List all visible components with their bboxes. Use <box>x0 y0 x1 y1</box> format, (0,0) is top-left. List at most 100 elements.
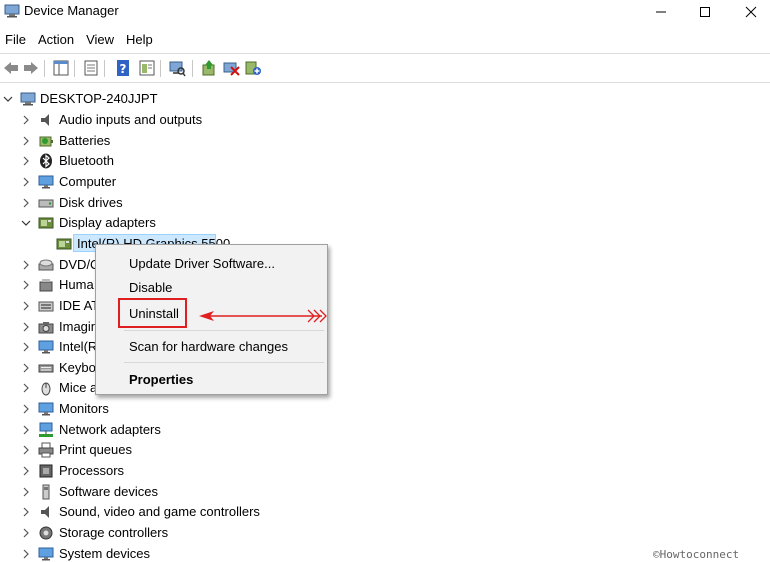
uninstall-highlight-box <box>118 298 187 328</box>
chevron-right-icon[interactable] <box>20 300 32 312</box>
chevron-right-icon[interactable] <box>20 382 32 394</box>
chevron-right-icon[interactable] <box>20 279 32 291</box>
toolbar-separator <box>160 60 161 77</box>
toolbar-separator <box>104 60 105 77</box>
menu-bar: File Action View Help <box>0 30 770 52</box>
tree-item-label: Disk drives <box>59 194 123 210</box>
menu-action[interactable]: Action <box>33 30 80 50</box>
tree-item-label: Huma <box>59 277 94 293</box>
title-bar: Device Manager <box>0 0 770 24</box>
tree-item-label: Audio inputs and outputs <box>59 112 203 127</box>
chevron-right-icon[interactable] <box>20 506 32 518</box>
tree-item-label: Processors <box>59 463 125 479</box>
menu-separator <box>124 362 324 363</box>
chevron-right-icon[interactable] <box>20 259 32 271</box>
toolbar-separator <box>44 60 45 77</box>
chevron-right-icon[interactable] <box>20 444 32 456</box>
chevron-right-icon[interactable] <box>20 403 32 415</box>
add-legacy-hardware-button[interactable] <box>244 59 262 77</box>
tree-item-label: IDE AT <box>59 297 100 313</box>
console-tree-button[interactable] <box>52 59 70 77</box>
keyboard-icon <box>38 364 54 373</box>
menu-separator <box>124 330 324 331</box>
tree-item-label: Display adapters <box>59 215 156 231</box>
maximize-button[interactable] <box>682 0 728 24</box>
menu-scan-hardware[interactable]: Scan for hardware changes <box>129 339 288 354</box>
chevron-right-icon[interactable] <box>20 155 32 167</box>
add-legacy-hardware-icon <box>245 61 261 75</box>
menu-help[interactable]: Help <box>121 30 159 50</box>
tree-item-label: Storage controllers <box>59 525 169 540</box>
storage-controller-icon <box>39 526 53 540</box>
network-icon <box>39 422 53 437</box>
forward-arrow-icon <box>24 62 38 74</box>
tree-item-label: Bluetooth <box>59 153 114 169</box>
svg-text:?: ? <box>120 62 127 76</box>
tree-item-label: Computer <box>59 173 117 189</box>
hid-icon <box>39 279 53 292</box>
bluetooth-icon <box>40 153 52 169</box>
properties-icon <box>84 60 98 76</box>
chevron-right-icon[interactable] <box>20 548 32 560</box>
menu-view[interactable]: View <box>81 30 120 50</box>
processor-icon <box>39 464 53 478</box>
chevron-right-icon[interactable] <box>20 135 32 147</box>
monitor-icon <box>38 175 54 189</box>
close-icon <box>745 6 757 18</box>
display-adapter-icon <box>56 238 72 250</box>
mouse-icon <box>41 382 51 396</box>
view-button[interactable] <box>138 59 156 77</box>
tree-item-label: Software devices <box>59 483 158 499</box>
speaker-icon <box>41 114 49 126</box>
chevron-right-icon[interactable] <box>20 341 32 353</box>
tree-item-label: Sound, video and game controllers <box>59 504 260 520</box>
back-button[interactable] <box>2 59 20 77</box>
display-adapter-icon <box>38 217 54 229</box>
ide-icon <box>38 301 54 312</box>
camera-icon <box>38 321 54 333</box>
tree-item-label: Monitors <box>59 401 109 417</box>
menu-file[interactable]: File <box>0 30 32 50</box>
tree-item-label: Batteries <box>59 132 111 148</box>
chevron-right-icon[interactable] <box>20 465 32 477</box>
dvd-icon <box>38 259 54 271</box>
chevron-right-icon[interactable] <box>20 486 32 498</box>
chevron-right-icon[interactable] <box>20 424 32 436</box>
toolbar: ? <box>0 53 770 83</box>
properties-button[interactable] <box>82 59 100 77</box>
chevron-right-icon[interactable] <box>20 114 32 126</box>
tree-item-label: Network adapters <box>59 421 161 437</box>
tree-item-label: Mice a <box>59 380 98 396</box>
tree-item-label: System devices <box>59 545 151 561</box>
uninstall-device-button[interactable] <box>222 59 240 77</box>
chevron-right-icon[interactable] <box>20 176 32 188</box>
chevron-right-icon[interactable] <box>20 321 32 333</box>
toolbar-separator <box>192 60 193 77</box>
computer-icon <box>20 92 36 106</box>
close-button[interactable] <box>728 0 770 24</box>
menu-update-driver[interactable]: Update Driver Software... <box>129 256 275 271</box>
menu-disable[interactable]: Disable <box>129 280 172 295</box>
forward-button[interactable] <box>22 59 40 77</box>
chevron-down-icon[interactable] <box>2 93 14 105</box>
chevron-right-icon[interactable] <box>20 527 32 539</box>
tree-item-label: Intel(R <box>59 339 98 355</box>
menu-properties[interactable]: Properties <box>129 372 193 387</box>
chevron-down-icon[interactable] <box>20 217 32 229</box>
battery-icon <box>39 136 53 147</box>
printer-icon <box>38 442 54 458</box>
software-device-icon <box>42 484 50 500</box>
chevron-right-icon[interactable] <box>20 197 32 209</box>
tree-item-label: Keybo <box>59 359 96 375</box>
monitor-icon <box>38 547 54 561</box>
monitor-icon <box>38 402 54 416</box>
minimize-button[interactable] <box>638 0 684 24</box>
chevron-right-icon[interactable] <box>20 362 32 374</box>
help-button[interactable]: ? <box>114 59 132 77</box>
uninstall-device-icon <box>223 62 240 76</box>
scan-hardware-button[interactable] <box>168 59 186 77</box>
tree-item-label: Print queues <box>59 442 132 458</box>
minimize-icon <box>656 11 666 13</box>
update-driver-button[interactable] <box>200 59 218 77</box>
toolbar-separator <box>74 60 75 77</box>
